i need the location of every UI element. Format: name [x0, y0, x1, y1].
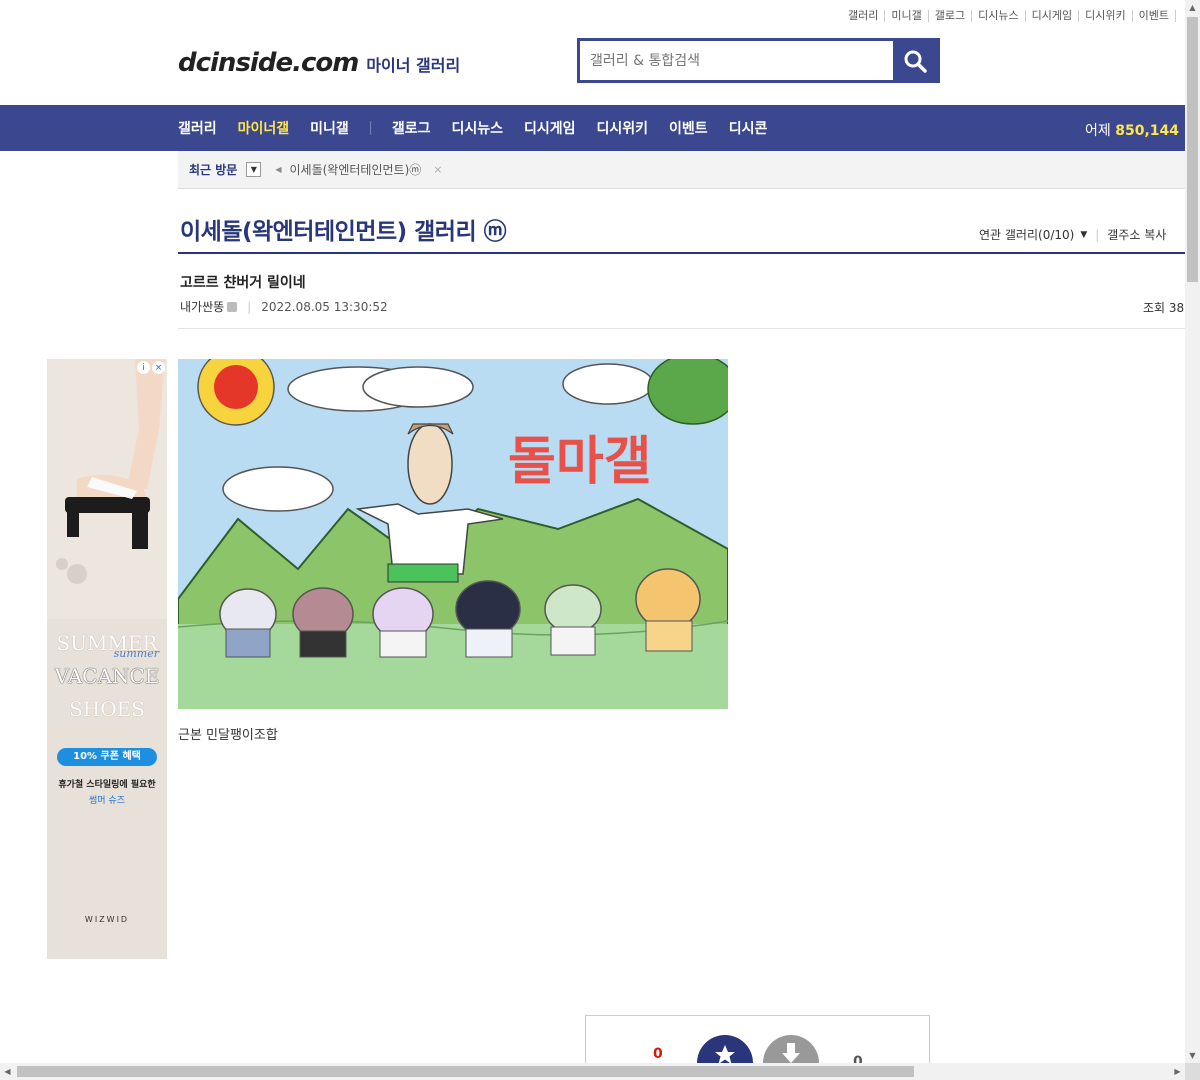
chevron-down-icon: ▼: [250, 165, 257, 174]
post-meta: 내가싼똥 | 2022.08.05 13:30:52: [180, 298, 388, 315]
title-underline: [178, 252, 1185, 254]
image-text: 돌마갤: [508, 432, 652, 492]
nav-item-gallog[interactable]: 갤로그: [392, 118, 431, 138]
visitor-stat: 어제 850,144: [1085, 120, 1179, 140]
recent-visit-item[interactable]: 이세돌(왁엔터테인먼트)ⓜ: [290, 161, 422, 178]
search-button[interactable]: [893, 41, 937, 80]
nav-item-minor-gallery[interactable]: 마이너갤: [238, 118, 290, 138]
site-logo[interactable]: dcinside.com 마이너 갤러리: [178, 48, 460, 78]
close-icon[interactable]: ×: [433, 163, 442, 176]
top-link-gallery[interactable]: 갤러리: [842, 10, 886, 22]
post-divider: [178, 328, 1185, 329]
search-input[interactable]: [580, 41, 893, 80]
page: 갤러리 미니갤 갤로그 디시뉴스 디시게임 디시위키 이벤트 dcinside.…: [0, 0, 1200, 1080]
related-gallery-button[interactable]: 연관 갤러리(0/10): [979, 226, 1074, 243]
top-link-game[interactable]: 디시게임: [1026, 10, 1080, 22]
ad-headline-2: VACANCE: [54, 664, 160, 688]
nav-item-wiki[interactable]: 디시위키: [597, 118, 649, 138]
vertical-scrollbar[interactable]: ▲ ▼: [1185, 0, 1200, 1063]
ad-brand-logo: WIZWID: [84, 915, 130, 924]
visitor-stat-label: 어제: [1085, 123, 1111, 139]
arrow-down-icon: [782, 1043, 800, 1063]
recent-visits-dropdown[interactable]: ▼: [246, 162, 262, 177]
post-body-text: 근본 민달팽이조합: [178, 728, 278, 743]
top-link-minigall[interactable]: 미니갤: [885, 10, 929, 22]
post-views: 조회 38: [1143, 301, 1185, 315]
top-link-gallog[interactable]: 갤로그: [929, 10, 973, 22]
search-icon: [904, 50, 927, 73]
close-icon[interactable]: ×: [152, 361, 165, 374]
logo-brand: dcinside.com: [178, 48, 359, 78]
post-date: 2022.08.05 13:30:52: [261, 299, 388, 314]
horizontal-scrollbar[interactable]: ◀ ▶: [0, 1063, 1185, 1080]
post-title: 고르르 챤버거 릴이네: [180, 275, 306, 291]
horizontal-scroll-thumb[interactable]: [17, 1066, 914, 1077]
ad-script-text: summer: [113, 647, 159, 660]
ad-choices[interactable]: i ×: [137, 361, 165, 374]
info-icon[interactable]: i: [137, 361, 150, 374]
scroll-right-icon[interactable]: ▶: [1170, 1063, 1185, 1080]
side-advertisement[interactable]: i × SUMMER summer VACANCE SHOES 10% 쿠폰 혜…: [47, 359, 167, 959]
vertical-scroll-thumb[interactable]: [1187, 17, 1198, 282]
gallery-title[interactable]: 이세돌(왁엔터테인먼트) 갤러리 ⓜ: [180, 212, 507, 246]
upvote-count: 0: [653, 1046, 663, 1062]
divider: |: [1095, 227, 1100, 242]
recent-visits-label: 최근 방문: [189, 163, 238, 177]
post-image-drawing: 돌마갤: [178, 359, 728, 709]
scrollbar-corner: [1185, 1063, 1200, 1080]
scroll-down-icon[interactable]: ▼: [1185, 1048, 1200, 1063]
visitor-stat-value: 850,144: [1115, 123, 1179, 139]
logo-subtitle: 마이너 갤러리: [366, 56, 461, 75]
nav-item-gallery[interactable]: 갤러리: [178, 118, 217, 138]
user-badge-icon: [227, 301, 238, 312]
nav-item-event[interactable]: 이벤트: [669, 118, 708, 138]
top-links: 갤러리 미니갤 갤로그 디시뉴스 디시게임 디시위키 이벤트: [842, 10, 1176, 22]
ad-coupon-badge: 10% 쿠폰 혜택: [57, 748, 157, 766]
top-link-event[interactable]: 이벤트: [1133, 10, 1176, 22]
nav-divider: [369, 121, 371, 135]
post-author[interactable]: 내가싼똥: [180, 298, 224, 315]
post-image[interactable]: 돌마갤: [178, 359, 728, 709]
scroll-up-icon[interactable]: ▲: [1185, 0, 1200, 15]
scroll-left-icon[interactable]: ◀: [0, 1063, 15, 1080]
top-link-news[interactable]: 디시뉴스: [972, 10, 1026, 22]
gallery-tools: 연관 갤러리(0/10) ▼ | 갤주소 복사: [979, 226, 1166, 243]
ad-headline-3: SHOES: [69, 697, 145, 721]
chevron-left-icon[interactable]: ◀: [275, 165, 281, 174]
triangle-down-icon[interactable]: ▼: [1080, 230, 1087, 240]
top-link-wiki[interactable]: 디시위키: [1079, 10, 1133, 22]
nav-item-news[interactable]: 디시뉴스: [451, 118, 503, 138]
nav-item-game[interactable]: 디시게임: [524, 118, 576, 138]
ad-product-image: [47, 359, 167, 619]
search-box: [577, 38, 940, 83]
copy-address-button[interactable]: 갤주소 복사: [1107, 226, 1166, 243]
divider: |: [247, 299, 252, 314]
recent-visits-bar: 최근 방문 ▼ ◀ 이세돌(왁엔터테인먼트)ⓜ ×: [178, 151, 1185, 189]
ad-description: 휴가철 스타일링에 필요한: [58, 780, 156, 790]
ad-description-2: 썸머 슈즈: [89, 796, 125, 806]
main-nav: 갤러리 마이너갤 미니갤 갤로그 디시뉴스 디시게임 디시위키 이벤트 디시콘 …: [0, 105, 1185, 151]
nav-item-mini-gallery[interactable]: 미니갤: [310, 118, 349, 138]
nav-item-dccon[interactable]: 디시콘: [729, 118, 768, 138]
